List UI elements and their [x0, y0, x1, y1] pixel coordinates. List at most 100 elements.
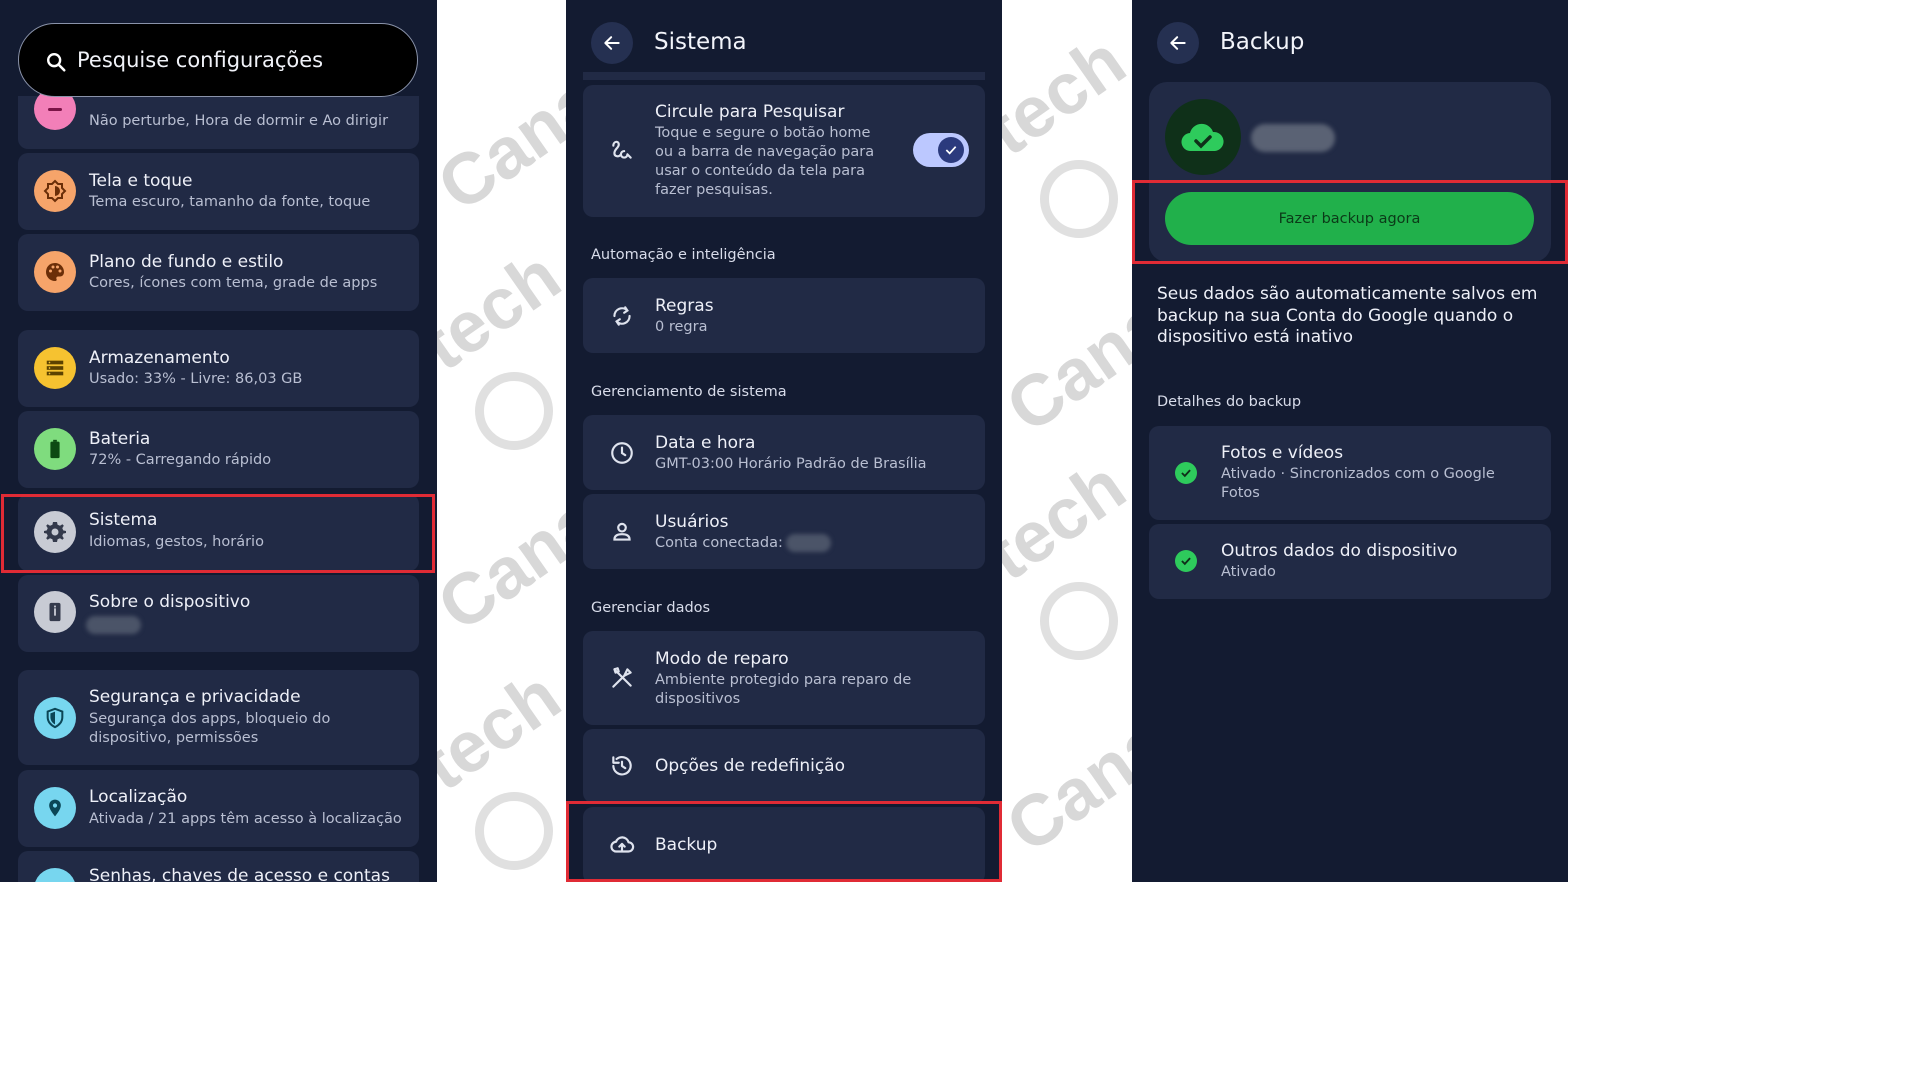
item-title: Modo de reparo — [655, 649, 789, 669]
item-title: Outros dados do dispositivo — [1221, 541, 1458, 561]
watermark-logo — [1040, 582, 1118, 660]
page-title: Sistema — [654, 29, 747, 55]
system-panel: Sistema Circule para Pesquisar Toque e s… — [566, 0, 1002, 882]
watermark-text: Canalt — [437, 455, 566, 647]
tools-icon — [612, 667, 632, 688]
gear-icon — [34, 511, 76, 553]
watermark-text: Canalte — [1002, 653, 1132, 869]
item-subtitle: Conta conectada: — [655, 535, 783, 551]
settings-panel: Não perturbe, Hora de dormir e Ao dirigi… — [0, 0, 437, 882]
other-device-data-item[interactable]: Outros dados do dispositivo Ativado — [1149, 524, 1551, 599]
blurred-value — [786, 534, 831, 552]
battery-icon — [34, 428, 76, 470]
item-subtitle: GMT-03:00 Horário Padrão de Brasília — [655, 456, 927, 472]
card-edge — [583, 72, 985, 80]
backup-account-card: Fazer backup agora — [1149, 82, 1551, 262]
back-button[interactable] — [591, 22, 633, 64]
item-title: Data e hora — [655, 433, 756, 453]
blurred-value — [86, 616, 141, 634]
item-title: Fotos e vídeos — [1221, 443, 1344, 463]
settings-item-title: Sistema — [89, 510, 158, 530]
settings-item-subtitle: Segurança dos apps, bloqueio do disposit… — [89, 711, 331, 746]
section-header: Automação e inteligência — [591, 247, 776, 263]
shield-icon — [34, 697, 76, 739]
watermark-text: tech — [1002, 445, 1132, 597]
watermark-text: Canalt — [437, 35, 566, 227]
rules-item[interactable]: Regras 0 regra — [583, 278, 985, 353]
settings-item-localizacao[interactable]: Localização Ativada / 21 apps têm acesso… — [18, 770, 419, 847]
settings-item-seguranca[interactable]: Segurança e privacidade Segurança dos ap… — [18, 670, 419, 765]
settings-item-sobre[interactable]: Sobre o dispositivo — [18, 575, 419, 652]
settings-item-bateria[interactable]: Bateria 72% - Carregando rápido — [18, 411, 419, 488]
item-subtitle: Ambiente protegido para reparo de dispos… — [655, 672, 912, 707]
settings-item-subtitle: Ativada / 21 apps têm acesso à localizaç… — [89, 811, 402, 827]
settings-item-modos[interactable]: Não perturbe, Hora de dormir e Ao dirigi… — [18, 88, 419, 149]
blurred-account — [1251, 124, 1335, 152]
backup-now-button[interactable]: Fazer backup agora — [1165, 192, 1534, 245]
settings-item-sistema[interactable]: Sistema Idiomas, gestos, horário — [18, 494, 419, 571]
settings-item-title: Armazenamento — [89, 348, 230, 368]
watermark-logo — [475, 792, 553, 870]
check-circle-icon — [1175, 462, 1197, 484]
circle-search-icon — [612, 140, 632, 159]
section-header: Gerenciar dados — [591, 600, 711, 616]
settings-item-senhas[interactable]: Senhas, chaves de acesso e contas — [18, 851, 419, 882]
arrow-back-icon — [1170, 36, 1186, 50]
back-button[interactable] — [1157, 22, 1199, 64]
item-subtitle: Ativado — [1221, 564, 1276, 580]
settings-item-title: Sobre o dispositivo — [89, 592, 251, 612]
item-subtitle: Ativado · Sincronizados com o Google Fot… — [1221, 466, 1495, 501]
settings-item-title: Senhas, chaves de acesso e contas — [89, 866, 390, 882]
settings-item-subtitle: Não perturbe, Hora de dormir e Ao dirigi… — [89, 113, 389, 129]
backup-now-label: Fazer backup agora — [1278, 210, 1421, 227]
settings-item-subtitle: 72% - Carregando rápido — [89, 452, 272, 468]
clock-icon — [611, 442, 633, 464]
page-title: Backup — [1220, 29, 1305, 55]
item-title: Usuários — [655, 512, 729, 532]
location-pin-icon — [34, 787, 76, 829]
toggle-switch[interactable] — [913, 133, 969, 167]
cloud-upload-icon — [610, 836, 635, 853]
settings-item-title: Segurança e privacidade — [89, 687, 301, 707]
repair-mode-item[interactable]: Modo de reparo Ambiente protegido para r… — [583, 631, 985, 725]
search-input[interactable]: Pesquise configurações — [77, 48, 323, 72]
watermark-text: Canalte — [1002, 233, 1132, 449]
item-title: Circule para Pesquisar — [655, 102, 845, 122]
watermark-text: tech — [437, 235, 566, 387]
item-title: Opções de redefinição — [655, 756, 845, 776]
cloud-check-icon — [1165, 99, 1241, 175]
search-icon — [47, 53, 66, 72]
watermark-logo — [475, 372, 553, 450]
settings-item-subtitle: Cores, ícones com tema, grade de apps — [89, 275, 378, 291]
photos-videos-item[interactable]: Fotos e vídeos Ativado · Sincronizados c… — [1149, 426, 1551, 520]
watermark-text: tech — [1002, 20, 1132, 172]
circle-to-search-item[interactable]: Circule para Pesquisar Toque e segure o … — [583, 85, 985, 217]
item-title: Backup — [655, 835, 718, 855]
person-icon — [613, 522, 631, 541]
settings-item-title: Localização — [89, 787, 188, 807]
check-circle-icon — [1175, 550, 1197, 572]
storage-icon — [34, 347, 76, 389]
settings-item-title: Tela e toque — [89, 171, 193, 191]
settings-item-tela[interactable]: Tela e toque Tema escuro, tamanho da fon… — [18, 153, 419, 230]
reset-options-item[interactable]: Opções de redefinição — [583, 729, 985, 803]
users-item[interactable]: Usuários Conta conectada: — [583, 494, 985, 569]
settings-item-subtitle: Usado: 33% - Livre: 86,03 GB — [89, 371, 303, 387]
watermark-gap-left: Canalt tech Canalt tech — [437, 0, 566, 882]
search-bar[interactable]: Pesquise configurações — [18, 23, 418, 97]
date-time-item[interactable]: Data e hora GMT-03:00 Horário Padrão de … — [583, 415, 985, 490]
watermark-gap-right: tech Canalte tech Canalte — [1002, 0, 1132, 882]
section-header: Detalhes do backup — [1157, 394, 1302, 410]
watermark-logo — [1040, 160, 1118, 238]
backup-description: Seus dados são automaticamente salvos em… — [1157, 284, 1538, 347]
device-info-icon — [34, 591, 76, 633]
settings-item-subtitle: Tema escuro, tamanho da fonte, toque — [89, 194, 371, 210]
arrow-back-icon — [604, 36, 620, 50]
brightness-icon — [34, 170, 76, 212]
settings-item-armazenamento[interactable]: Armazenamento Usado: 33% - Livre: 86,03 … — [18, 330, 419, 407]
section-header: Gerenciamento de sistema — [591, 384, 787, 400]
settings-item-plano-de-fundo[interactable]: Plano de fundo e estilo Cores, ícones co… — [18, 234, 419, 311]
backup-item[interactable]: Backup — [583, 807, 985, 882]
watermark-text: tech — [437, 655, 566, 807]
history-icon — [612, 756, 632, 776]
